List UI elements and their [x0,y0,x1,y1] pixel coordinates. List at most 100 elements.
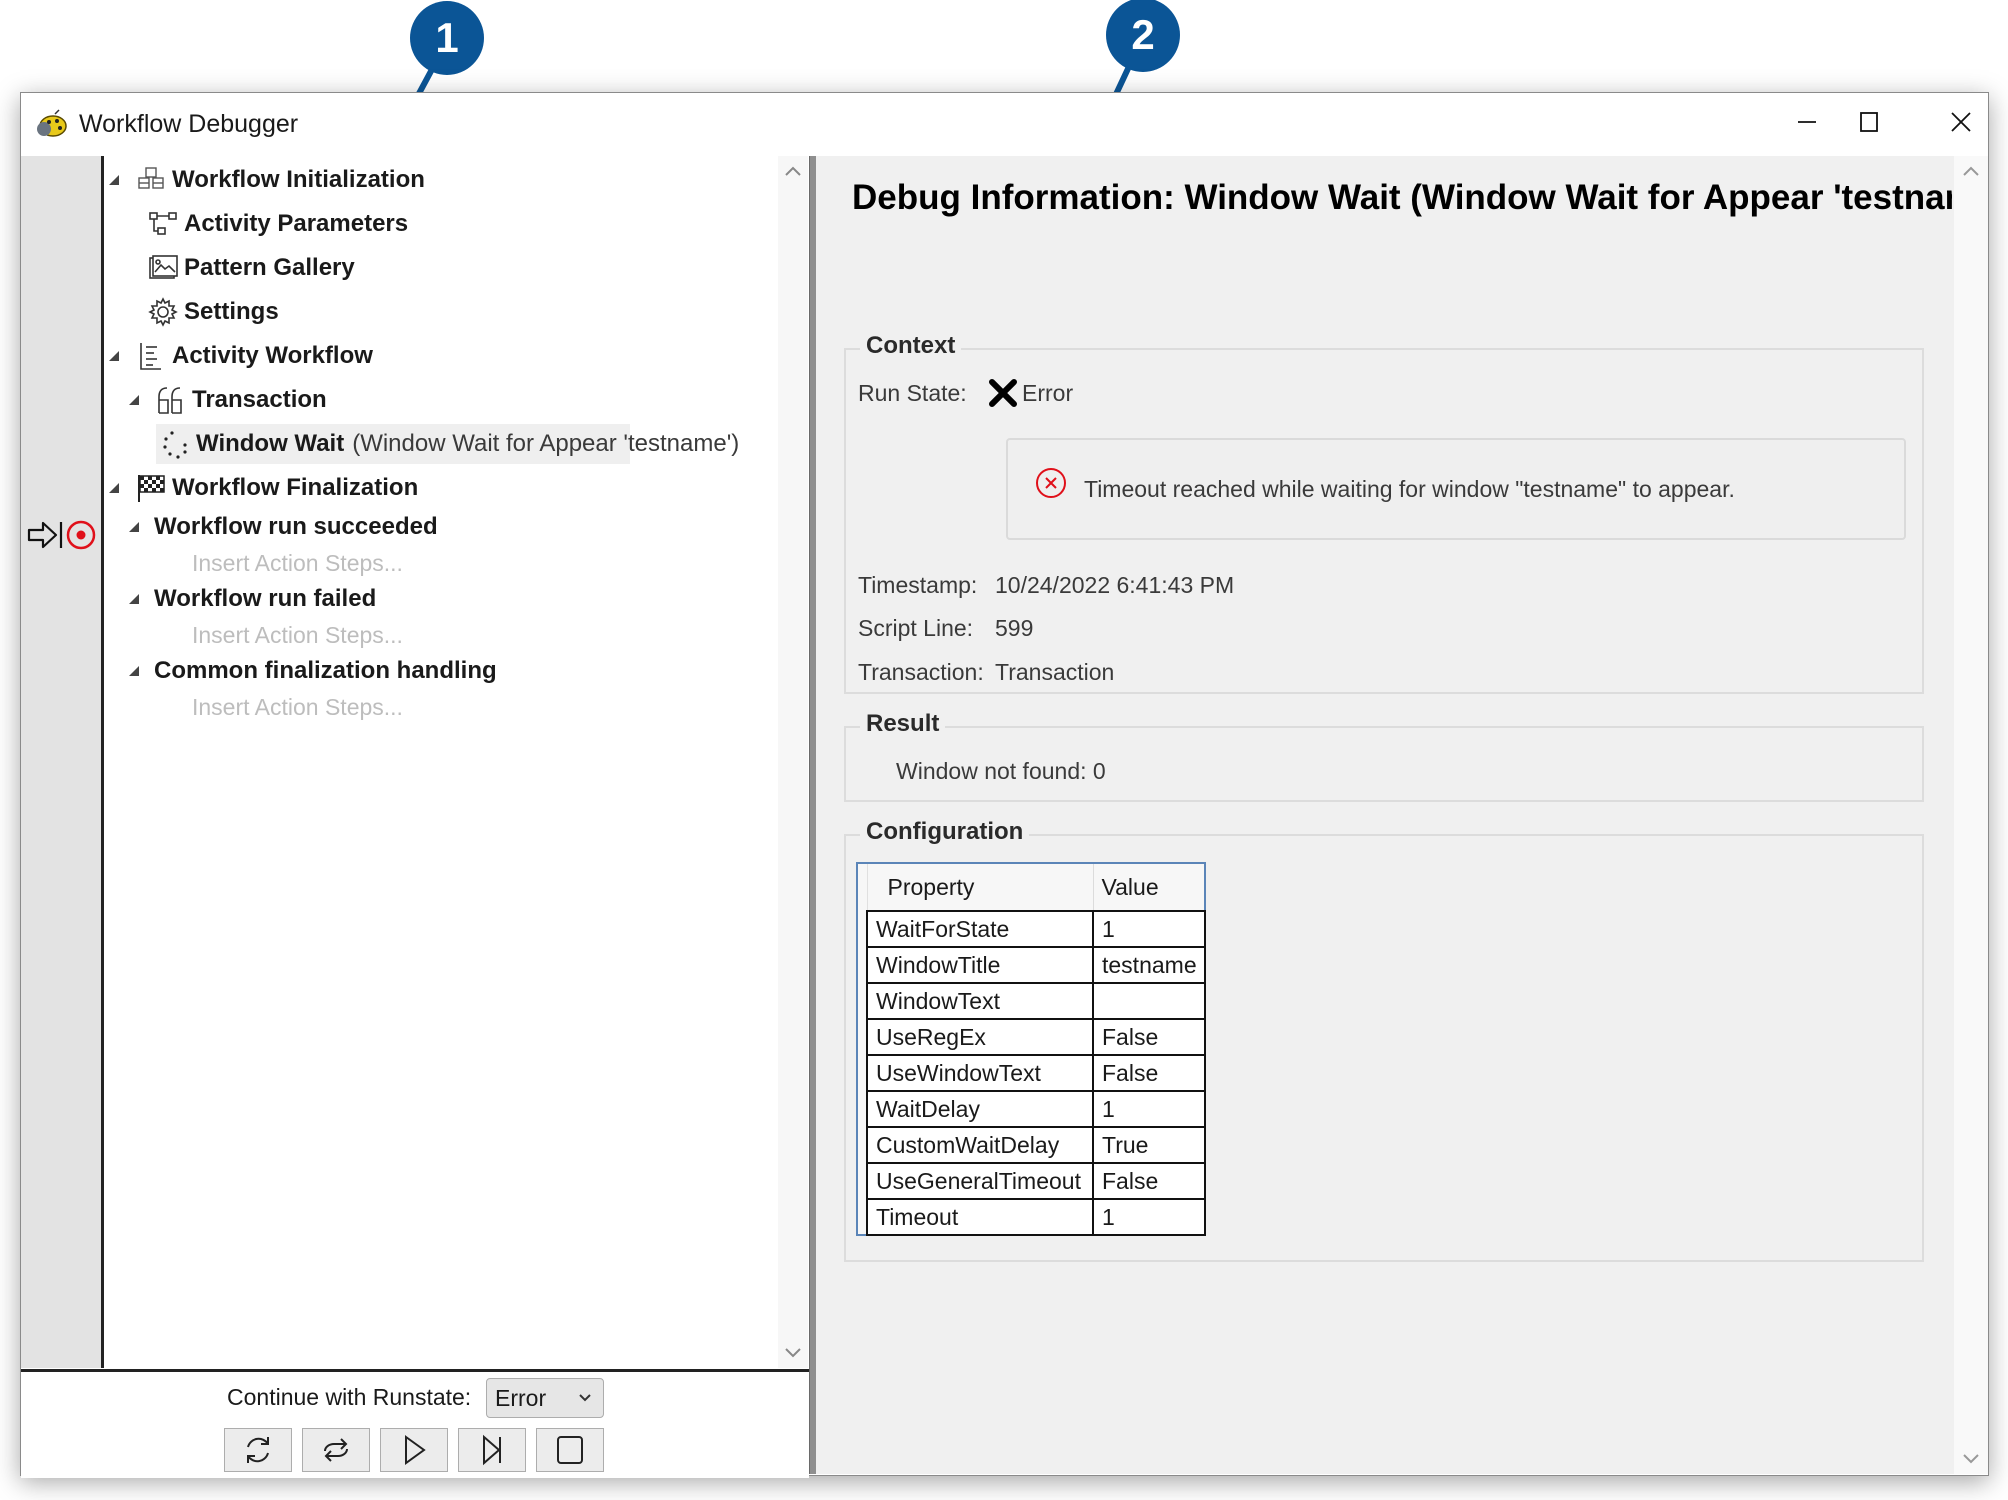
tree-item-window-wait[interactable]: Window Wait (Window Wait for Appear 'tes… [156,424,739,464]
tree-item-common-finalization-handling[interactable]: Common finalization handling [124,651,497,691]
close-button[interactable] [1917,93,2005,151]
result-group-label: Result [860,710,946,738]
property-cell[interactable]: Timeout [866,1198,1094,1236]
tree-item-workflow-run-failed[interactable]: Workflow run failed [124,579,376,619]
title-bar[interactable]: Workflow Debugger [21,93,1988,156]
restart-button[interactable] [224,1428,292,1472]
play-button[interactable] [380,1428,448,1472]
current-position-arrow-icon [27,521,63,549]
row-header-cell[interactable] [857,1199,868,1235]
tree-item-workflow-initialization[interactable]: Workflow Initialization [104,160,425,200]
expand-triangle-icon[interactable] [104,174,124,186]
value-cell[interactable]: 1 [1092,910,1206,948]
parameters-icon [146,209,180,239]
placeholder-label: Insert Action Steps... [192,549,403,576]
scroll-up-button[interactable] [1954,156,1988,186]
value-cell[interactable]: 1 [1092,1090,1206,1128]
expand-triangle-icon[interactable] [104,482,124,494]
configuration-row[interactable]: UseRegEx False [857,1018,1206,1056]
tree-item-transaction[interactable]: Transaction [124,380,327,420]
maximize-button[interactable] [1825,93,1913,151]
step-icon [483,1434,501,1466]
tree-item-label: Workflow Initialization [172,166,425,193]
property-cell[interactable]: WindowText [866,982,1094,1020]
tree-item-label: Activity Parameters [184,210,409,237]
tree-item-label: Pattern Gallery [184,254,355,281]
configuration-row[interactable]: UseWindowText False [857,1054,1206,1092]
tree-item-workflow-finalization[interactable]: Workflow Finalization [104,468,418,508]
configuration-row[interactable]: WaitForState 1 [857,910,1206,948]
row-header-cell[interactable] [857,947,868,983]
placeholder-label: Insert Action Steps... [192,693,403,720]
configuration-row[interactable]: WaitDelay 1 [857,1090,1206,1128]
stop-button[interactable] [536,1428,604,1472]
value-cell[interactable] [1092,982,1206,1020]
repeat-button[interactable] [302,1428,370,1472]
expand-triangle-icon[interactable] [124,665,144,677]
tree-item-label: Window Wait [196,430,345,457]
debug-panel-scrollbar[interactable] [1954,156,1988,1474]
repeat-icon [324,1438,348,1462]
configuration-row[interactable]: Timeout 1 [857,1198,1206,1236]
timestamp-label: Timestamp: [858,572,978,598]
stop-icon [557,1436,583,1464]
configuration-group-label: Configuration [860,818,1030,846]
column-header-value[interactable]: Value [1093,863,1206,912]
row-header-cell[interactable] [857,1127,868,1163]
value-cell[interactable]: False [1092,1054,1206,1092]
scroll-down-button[interactable] [1954,1444,1988,1474]
value-cell[interactable]: True [1092,1126,1206,1164]
property-cell[interactable]: WindowTitle [866,946,1094,984]
property-cell[interactable]: UseGeneralTimeout [866,1162,1094,1200]
configuration-row[interactable]: UseGeneralTimeout False [857,1162,1206,1200]
scroll-down-button[interactable] [778,1338,808,1368]
scroll-up-button[interactable] [778,156,808,186]
gallery-icon [146,253,180,283]
property-cell[interactable]: WaitForState [866,910,1094,948]
value-cell[interactable]: False [1092,1018,1206,1056]
tree-item-pattern-gallery[interactable]: Pattern Gallery [146,248,355,288]
runstate-dropdown[interactable]: Error [486,1378,604,1418]
breakpoint-gutter[interactable] [21,156,104,1368]
expand-triangle-icon[interactable] [124,394,144,406]
gear-icon [146,297,180,327]
insert-action-steps-placeholder[interactable]: Insert Action Steps... [192,687,403,727]
chevron-down-icon [579,1394,591,1402]
property-cell[interactable]: CustomWaitDelay [866,1126,1094,1164]
row-header-cell[interactable] [857,1091,868,1127]
row-header-cell[interactable] [857,911,868,947]
property-cell[interactable]: WaitDelay [866,1090,1094,1128]
tree-item-label: Common finalization handling [154,657,497,684]
row-header-cell[interactable] [857,1163,868,1199]
tree-item-activity-parameters[interactable]: Activity Parameters [146,204,408,244]
expand-triangle-icon[interactable] [124,593,144,605]
pane-splitter[interactable] [809,156,816,1474]
tree-item-detail: (Window Wait for Appear 'testname') [352,430,740,457]
row-header-cell[interactable] [857,1055,868,1091]
tree-item-settings[interactable]: Settings [146,292,279,332]
value-cell[interactable]: 1 [1092,1198,1206,1236]
property-cell[interactable]: UseRegEx [866,1018,1094,1056]
configuration-row[interactable]: CustomWaitDelay True [857,1126,1206,1164]
property-cell[interactable]: UseWindowText [866,1054,1094,1092]
expand-triangle-icon[interactable] [124,521,144,533]
step-button[interactable] [458,1428,526,1472]
configuration-row[interactable]: WindowTitle testname [857,946,1206,984]
context-group-label: Context [860,332,962,360]
tree-item-workflow-run-succeeded[interactable]: Workflow run succeeded [124,507,438,547]
value-cell[interactable]: testname [1092,946,1206,984]
insert-action-steps-placeholder[interactable]: Insert Action Steps... [192,543,403,583]
tree-item-activity-workflow[interactable]: Activity Workflow [104,336,373,376]
configuration-row[interactable]: WindowText [857,982,1206,1020]
tree-scrollbar[interactable] [778,156,808,1368]
window-title: Workflow Debugger [79,110,299,138]
value-cell[interactable]: False [1092,1162,1206,1200]
configuration-table[interactable]: Property Value WaitForState 1 WindowTitle t… [856,862,1206,1236]
column-header-property[interactable]: Property [867,863,1094,912]
run-state-label: Run State: [858,380,967,406]
insert-action-steps-placeholder[interactable]: Insert Action Steps... [192,615,403,655]
expand-triangle-icon[interactable] [104,350,124,362]
tree-item-label: Workflow run failed [154,585,377,612]
row-header-cell[interactable] [857,983,868,1019]
row-header-cell[interactable] [857,1019,868,1055]
